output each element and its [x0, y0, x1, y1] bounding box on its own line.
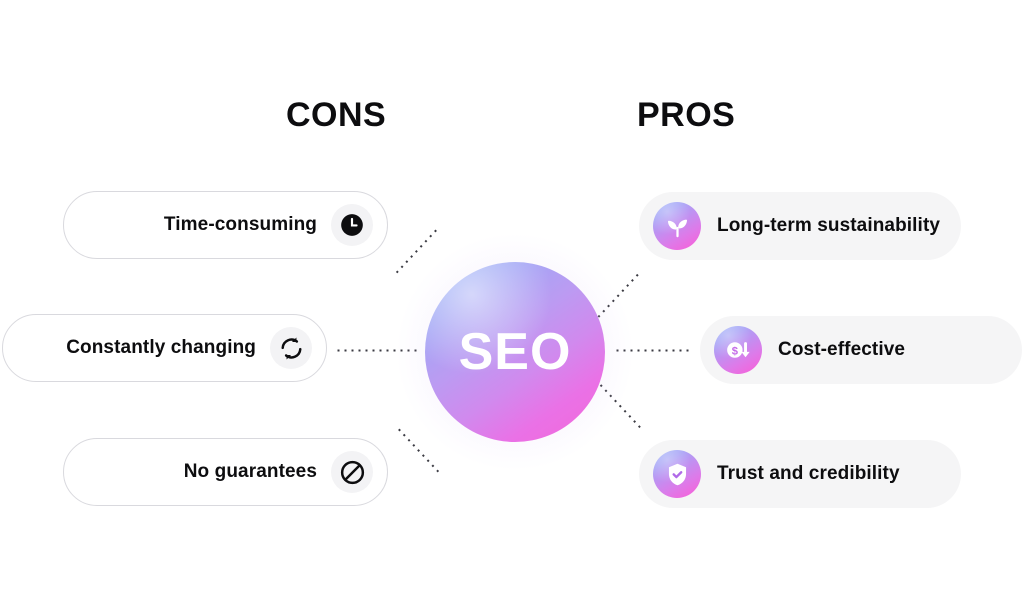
- connector-dots: [597, 382, 643, 430]
- shield-check-icon: [653, 450, 701, 498]
- heading-pros: PROS: [637, 96, 736, 134]
- pros-item-trust-and-credibility[interactable]: Trust and credibility: [639, 440, 961, 508]
- connector-dots: [396, 426, 441, 474]
- dollar-down-icon: $: [714, 326, 762, 374]
- connector-pros-1: [595, 272, 640, 320]
- seo-sphere: SEO: [425, 262, 605, 442]
- infographic-canvas: CONS PROS SEO Time-consuming Constantly …: [0, 0, 1024, 602]
- pros-item-long-term-sustainability[interactable]: Long-term sustainability: [639, 192, 961, 260]
- connector-dots: [614, 349, 692, 352]
- connector-dots: [595, 272, 640, 320]
- connector-cons-2: [335, 349, 421, 352]
- seo-label: SEO: [458, 323, 572, 381]
- cons-item-constantly-changing[interactable]: Constantly changing: [2, 314, 327, 382]
- clock-icon: [331, 204, 373, 246]
- connector-pros-2: [614, 349, 692, 352]
- cons-item-label: Time-consuming: [163, 214, 317, 235]
- connector-pros-3: [597, 382, 643, 430]
- connector-dots: [335, 349, 421, 352]
- refresh-icon: [270, 327, 312, 369]
- sprout-icon: [653, 202, 701, 250]
- heading-cons: CONS: [286, 96, 387, 134]
- connector-cons-1: [393, 228, 439, 276]
- pros-item-cost-effective[interactable]: $ Cost-effective: [700, 316, 1022, 384]
- pros-item-label: Long-term sustainability: [717, 215, 941, 236]
- cons-item-no-guarantees[interactable]: No guarantees: [63, 438, 388, 506]
- connector-dots: [393, 228, 439, 276]
- ban-icon: [331, 451, 373, 493]
- connector-cons-3: [396, 426, 441, 474]
- cons-item-label: Constantly changing: [66, 337, 256, 358]
- svg-text:$: $: [732, 346, 739, 358]
- pros-item-label: Cost-effective: [778, 339, 906, 360]
- cons-item-label: No guarantees: [183, 461, 317, 482]
- pros-item-label: Trust and credibility: [717, 463, 900, 484]
- cons-item-time-consuming[interactable]: Time-consuming: [63, 191, 388, 259]
